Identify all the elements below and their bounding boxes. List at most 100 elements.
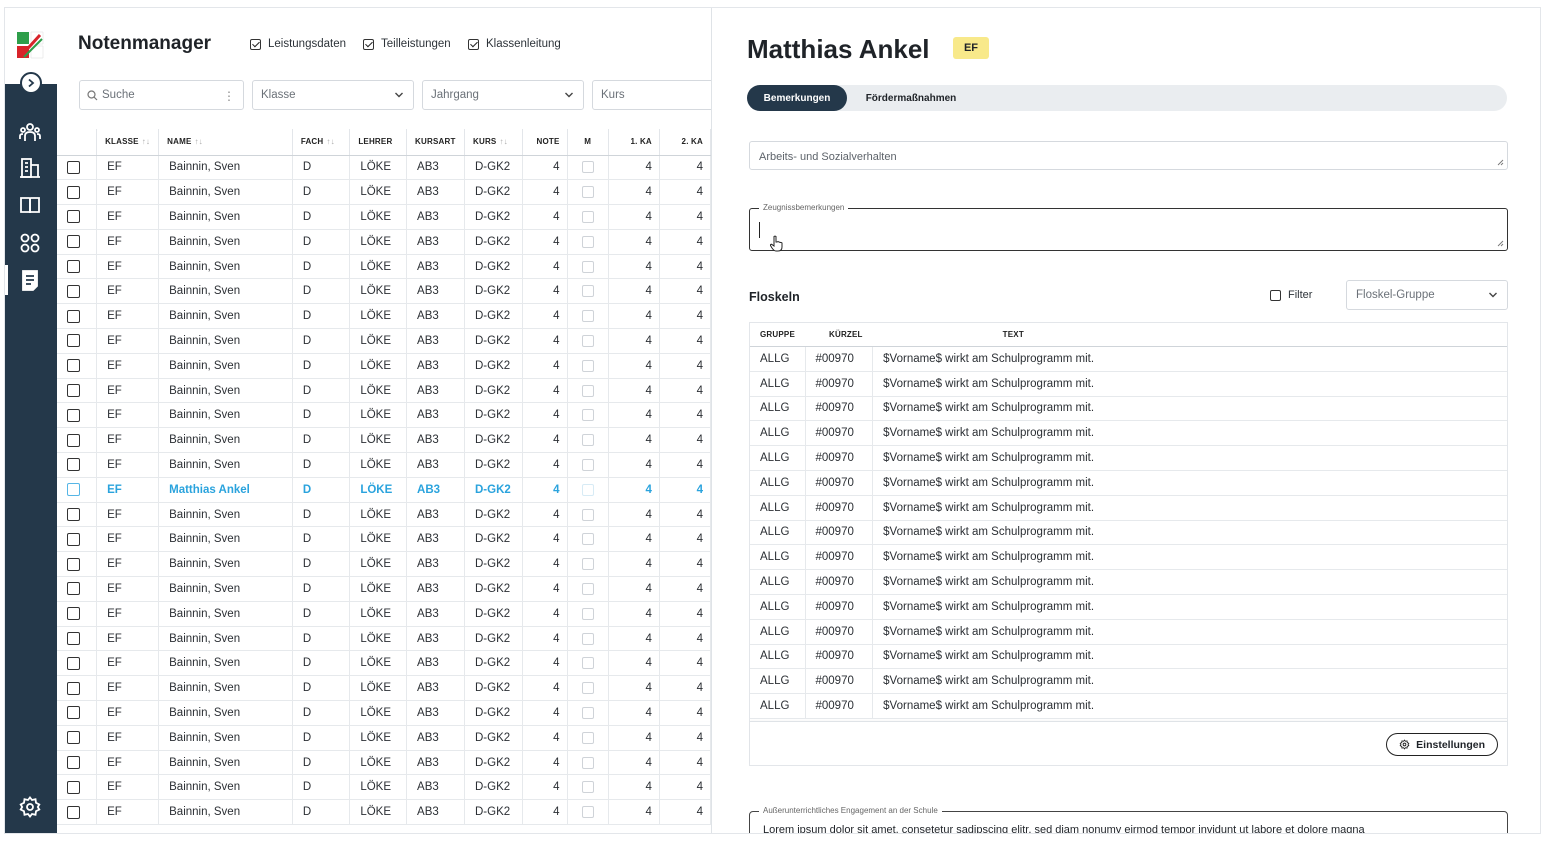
cell-fach[interactable]: D [292,179,351,206]
cell-1ka[interactable]: 4 [608,601,660,627]
cell-name[interactable]: Bainnin, Sven [158,626,293,652]
cell-note[interactable]: 4 [522,378,568,404]
row-checkbox[interactable] [67,805,80,819]
cell-kursart[interactable]: AB3 [406,725,465,751]
checkbox-box[interactable] [250,38,261,50]
cell-kuerzel[interactable]: #00970 [805,569,874,595]
mahnung-checkbox[interactable] [581,434,594,447]
cell-2ka[interactable]: 4 [659,526,711,553]
table-row[interactable]: EF Bainnin, Sven D LÖKE AB3 D-GK2 4 4 4 [57,799,711,826]
cell-note[interactable]: 4 [522,303,568,330]
cell-kurs[interactable]: D-GK2 [464,650,523,677]
cell-note[interactable]: 4 [522,254,568,280]
mahnung-checkbox[interactable] [581,558,594,571]
cell-name[interactable]: Bainnin, Sven [158,675,293,702]
header-gruppe[interactable]: GRUPPE [750,322,805,347]
cell-kurs[interactable]: D-GK2 [464,675,523,702]
cell-kurs[interactable]: D-GK2 [464,402,523,429]
mahnung-checkbox[interactable] [581,310,594,323]
cell-2ka[interactable]: 4 [659,502,711,528]
cell-fach[interactable]: D [292,278,351,305]
cell-name[interactable]: Bainnin, Sven [158,799,293,826]
cell-kursart[interactable]: AB3 [406,378,465,404]
klasse-select[interactable]: Klasse [252,80,414,110]
cell-1ka[interactable]: 4 [608,675,660,702]
row-checkbox[interactable] [67,185,80,199]
cell-fach[interactable]: D [292,750,351,776]
mahnung-checkbox[interactable] [581,235,594,248]
table-row[interactable]: EF Matthias Ankel D LÖKE AB3 D-GK2 4 4 4 [57,477,711,503]
floskel-row[interactable]: ALLG #00970 $Vorname$ wirkt am Schulprogra… [750,668,1507,695]
cell-text[interactable]: $Vorname$ wirkt am Schulprogramm mit. [872,644,1507,670]
row-select-cell[interactable] [57,378,98,404]
cell-text[interactable]: $Vorname$ wirkt am Schulprogramm mit. [872,470,1507,496]
mahnung-checkbox[interactable] [581,731,594,744]
cell-klasse[interactable]: EF [96,427,160,454]
row-select-cell[interactable] [57,303,98,330]
cell-lehrer[interactable]: LÖKE [349,774,408,801]
table-row[interactable]: EF Bainnin, Sven D LÖKE AB3 D-GK2 4 4 4 [57,402,711,429]
cell-klasse[interactable]: EF [96,750,160,776]
header-text[interactable]: TEXT [872,322,1507,347]
cell-lehrer[interactable]: LÖKE [349,799,408,826]
floskel-row[interactable]: ALLG #00970 $Vorname$ wirkt am Schulprogra… [750,594,1507,620]
cell-note[interactable]: 4 [522,626,568,652]
cell-fach[interactable]: D [292,502,351,528]
mahnung-checkbox[interactable] [581,706,594,719]
cell-note[interactable]: 4 [522,353,568,379]
nav-item-lessons[interactable] [15,190,45,220]
row-checkbox[interactable] [67,458,80,472]
cell-gruppe[interactable]: ALLG [750,396,806,422]
cell-note[interactable]: 4 [522,750,568,776]
cell-note[interactable]: 4 [522,725,568,751]
cell-gruppe[interactable]: ALLG [750,544,806,571]
cell-lehrer[interactable]: LÖKE [349,378,408,404]
cell-kuerzel[interactable]: #00970 [805,668,874,695]
cell-name[interactable]: Bainnin, Sven [158,576,293,602]
cell-m[interactable] [567,725,609,751]
cell-gruppe[interactable]: ALLG [750,470,806,496]
row-checkbox[interactable] [67,731,80,745]
cell-name[interactable]: Bainnin, Sven [158,229,293,255]
table-row[interactable]: EF Bainnin, Sven D LÖKE AB3 D-GK2 4 4 4 [57,725,711,751]
cell-lehrer[interactable]: LÖKE [349,502,408,528]
row-checkbox[interactable] [67,260,80,274]
header-name[interactable]: NAME ↑↓ [158,129,293,156]
row-checkbox[interactable] [67,309,80,323]
cell-kurs[interactable]: D-GK2 [464,526,523,553]
cell-m[interactable] [567,477,609,503]
cell-kursart[interactable]: AB3 [406,750,465,776]
cell-kurs[interactable]: D-GK2 [464,725,523,751]
cell-lehrer[interactable]: LÖKE [349,179,408,206]
table-row[interactable]: EF Bainnin, Sven D LÖKE AB3 D-GK2 4 4 4 [57,650,711,677]
cell-1ka[interactable]: 4 [608,700,660,726]
table-row[interactable]: EF Bainnin, Sven D LÖKE AB3 D-GK2 4 4 4 [57,303,711,330]
table-row[interactable]: EF Bainnin, Sven D LÖKE AB3 D-GK2 4 4 4 [57,229,711,255]
header-lehrer[interactable]: LEHRER [349,129,408,156]
nav-item-users[interactable] [15,118,45,148]
cell-kursart[interactable]: AB3 [406,700,465,726]
floskel-row[interactable]: ALLG #00970 $Vorname$ wirkt am Schulprogra… [750,520,1507,546]
cell-note[interactable]: 4 [522,601,568,627]
cell-m[interactable] [567,278,609,305]
sozialverhalten-input[interactable]: Arbeits- und Sozialverhalten [749,141,1508,170]
checkbox-box[interactable] [363,38,374,50]
cell-lehrer[interactable]: LÖKE [349,254,408,280]
cell-1ka[interactable]: 4 [608,526,660,553]
checkbox-box[interactable] [1270,289,1281,301]
cell-fach[interactable]: D [292,700,351,726]
checkbox-leistungsdaten[interactable]: Leistungsdaten [250,38,346,50]
cell-name[interactable]: Bainnin, Sven [158,303,293,330]
cell-fach[interactable]: D [292,650,351,677]
cell-kurs[interactable]: D-GK2 [464,353,523,379]
cell-klasse[interactable]: EF [96,774,160,801]
cell-2ka[interactable]: 4 [659,551,711,578]
row-checkbox[interactable] [67,681,80,695]
cell-name[interactable]: Matthias Ankel [158,477,293,503]
cell-note[interactable]: 4 [522,402,568,429]
cell-text[interactable]: $Vorname$ wirkt am Schulprogramm mit. [872,594,1507,620]
cell-2ka[interactable]: 4 [659,353,711,379]
cell-kursart[interactable]: AB3 [406,477,465,503]
table-row[interactable]: EF Bainnin, Sven D LÖKE AB3 D-GK2 4 4 4 [57,502,711,528]
table-row[interactable]: EF Bainnin, Sven D LÖKE AB3 D-GK2 4 4 4 [57,750,711,776]
